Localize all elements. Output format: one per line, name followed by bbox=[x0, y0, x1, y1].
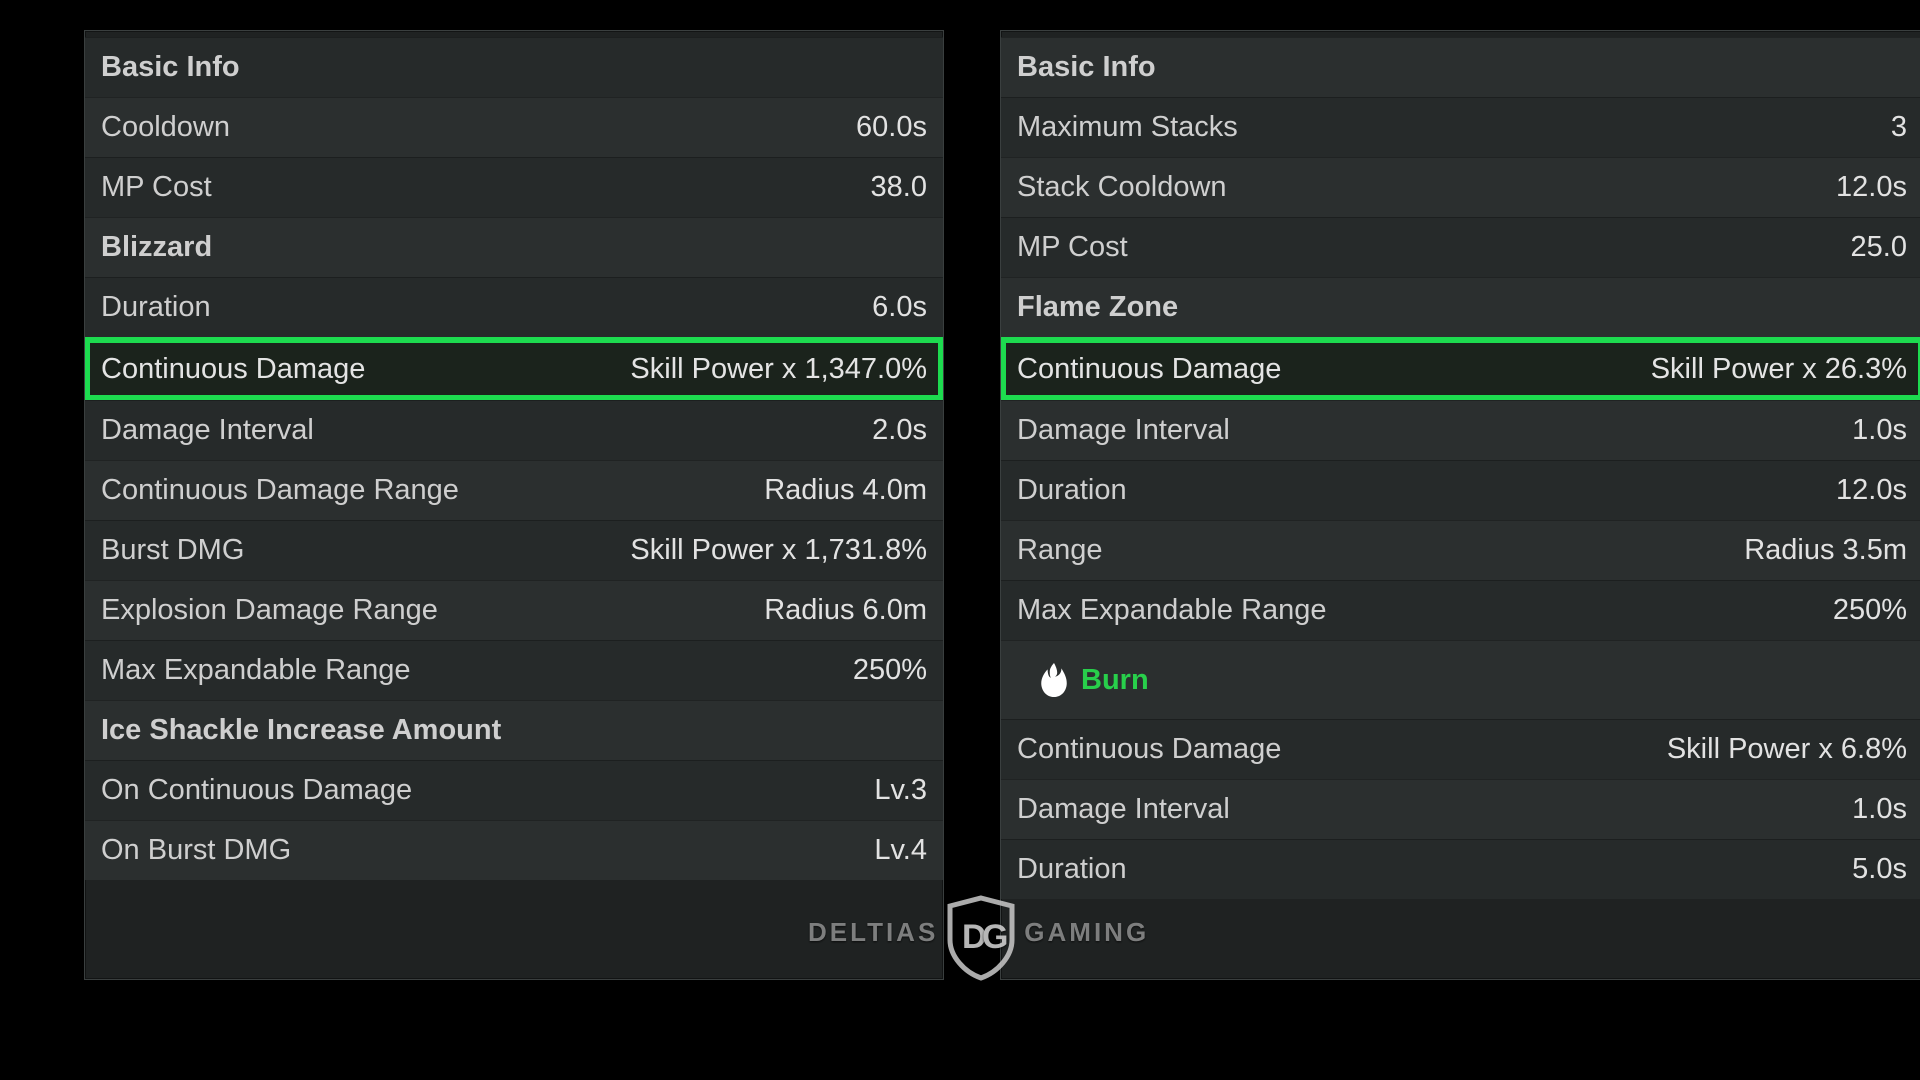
stat-value: 5.0s bbox=[1852, 853, 1907, 886]
stat-label: Continuous Damage bbox=[101, 353, 365, 386]
stat-label: Maximum Stacks bbox=[1017, 111, 1238, 144]
stat-label: Continuous Damage bbox=[1017, 733, 1281, 766]
stat-label: Duration bbox=[1017, 474, 1127, 507]
stat-value: Skill Power x 26.3% bbox=[1651, 353, 1907, 386]
stat-value: 12.0s bbox=[1836, 171, 1907, 204]
section-title: Burn bbox=[1081, 664, 1149, 697]
stat-label: Damage Interval bbox=[101, 414, 314, 447]
stat-value: Lv.3 bbox=[874, 774, 927, 807]
stat-row: Damage Interval 1.0s bbox=[1001, 779, 1920, 839]
stat-row: Cooldown 60.0s bbox=[85, 97, 943, 157]
stat-row: Damage Interval 2.0s bbox=[85, 400, 943, 460]
stat-row: Continuous Damage Skill Power x 6.8% bbox=[1001, 719, 1920, 779]
section-title: Basic Info bbox=[101, 51, 240, 84]
section-basic-info: Basic Info bbox=[85, 37, 943, 97]
stat-label: MP Cost bbox=[101, 171, 212, 204]
stat-value: 1.0s bbox=[1852, 414, 1907, 447]
stat-label: On Continuous Damage bbox=[101, 774, 412, 807]
stat-value: Radius 3.5m bbox=[1744, 534, 1907, 567]
stat-value: 60.0s bbox=[856, 111, 927, 144]
section-title: Ice Shackle Increase Amount bbox=[101, 714, 501, 747]
stat-label: Cooldown bbox=[101, 111, 230, 144]
stat-row: Continuous Damage Range Radius 4.0m bbox=[85, 460, 943, 520]
dg-logo-icon: D G bbox=[942, 894, 1020, 982]
section-blizzard: Blizzard bbox=[85, 217, 943, 277]
stat-row: On Continuous Damage Lv.3 bbox=[85, 760, 943, 820]
stat-label: Continuous Damage Range bbox=[101, 474, 459, 507]
stat-row: Burst DMG Skill Power x 1,731.8% bbox=[85, 520, 943, 580]
stat-value: Radius 4.0m bbox=[764, 474, 927, 507]
section-title: Blizzard bbox=[101, 231, 212, 264]
stat-value: Skill Power x 6.8% bbox=[1667, 733, 1907, 766]
stat-row: Max Expandable Range 250% bbox=[1001, 580, 1920, 640]
stat-value: 38.0 bbox=[871, 171, 927, 204]
stat-value: Radius 6.0m bbox=[764, 594, 927, 627]
watermark-right: GAMING bbox=[1024, 917, 1149, 948]
stat-label: Range bbox=[1017, 534, 1102, 567]
stat-row: On Burst DMG Lv.4 bbox=[85, 820, 943, 880]
stat-value: Lv.4 bbox=[874, 834, 927, 867]
stat-label: Duration bbox=[101, 291, 211, 324]
stat-row: Range Radius 3.5m bbox=[1001, 520, 1920, 580]
stat-label: Stack Cooldown bbox=[1017, 171, 1227, 204]
stat-label: Damage Interval bbox=[1017, 414, 1230, 447]
stat-row-highlighted: Continuous Damage Skill Power x 1,347.0% bbox=[85, 337, 943, 400]
right-skill-panel: Basic Info Maximum Stacks 3 Stack Cooldo… bbox=[1000, 30, 1920, 980]
stat-value: 25.0 bbox=[1851, 231, 1907, 264]
stat-value: 250% bbox=[1833, 594, 1907, 627]
stat-label: Burst DMG bbox=[101, 534, 244, 567]
stat-value: Skill Power x 1,731.8% bbox=[630, 534, 927, 567]
section-title: Flame Zone bbox=[1017, 291, 1178, 324]
stat-label: Explosion Damage Range bbox=[101, 594, 438, 627]
stat-label: Max Expandable Range bbox=[1017, 594, 1327, 627]
stat-row: Duration 12.0s bbox=[1001, 460, 1920, 520]
stat-row: MP Cost 38.0 bbox=[85, 157, 943, 217]
section-title: Basic Info bbox=[1017, 51, 1156, 84]
stat-value: 2.0s bbox=[872, 414, 927, 447]
stat-row: Max Expandable Range 250% bbox=[85, 640, 943, 700]
stat-row: MP Cost 25.0 bbox=[1001, 217, 1920, 277]
watermark-left: DELTIAS bbox=[808, 917, 938, 948]
watermark: DELTIAS D G GAMING bbox=[808, 888, 1149, 976]
section-basic-info: Basic Info bbox=[1001, 37, 1920, 97]
stat-label: Damage Interval bbox=[1017, 793, 1230, 826]
stat-label: Max Expandable Range bbox=[101, 654, 411, 687]
stat-row: Maximum Stacks 3 bbox=[1001, 97, 1920, 157]
left-skill-panel: Basic Info Cooldown 60.0s MP Cost 38.0 B… bbox=[84, 30, 944, 980]
stat-value: 12.0s bbox=[1836, 474, 1907, 507]
stat-value: 3 bbox=[1891, 111, 1907, 144]
stat-value: 250% bbox=[853, 654, 927, 687]
stat-row: Stack Cooldown 12.0s bbox=[1001, 157, 1920, 217]
section-burn: Burn bbox=[1001, 640, 1920, 719]
section-ice-shackle: Ice Shackle Increase Amount bbox=[85, 700, 943, 760]
svg-text:G: G bbox=[982, 918, 1011, 956]
stat-value: Skill Power x 1,347.0% bbox=[630, 353, 927, 386]
stat-label: Duration bbox=[1017, 853, 1127, 886]
stat-label: On Burst DMG bbox=[101, 834, 291, 867]
flame-icon bbox=[1041, 663, 1067, 697]
stat-value: 1.0s bbox=[1852, 793, 1907, 826]
stat-label: Continuous Damage bbox=[1017, 353, 1281, 386]
stat-row: Duration 6.0s bbox=[85, 277, 943, 337]
stat-value: 6.0s bbox=[872, 291, 927, 324]
stat-label: MP Cost bbox=[1017, 231, 1128, 264]
stat-row: Damage Interval 1.0s bbox=[1001, 400, 1920, 460]
stat-row: Explosion Damage Range Radius 6.0m bbox=[85, 580, 943, 640]
stat-row-highlighted: Continuous Damage Skill Power x 26.3% bbox=[1001, 337, 1920, 400]
section-flame-zone: Flame Zone bbox=[1001, 277, 1920, 337]
